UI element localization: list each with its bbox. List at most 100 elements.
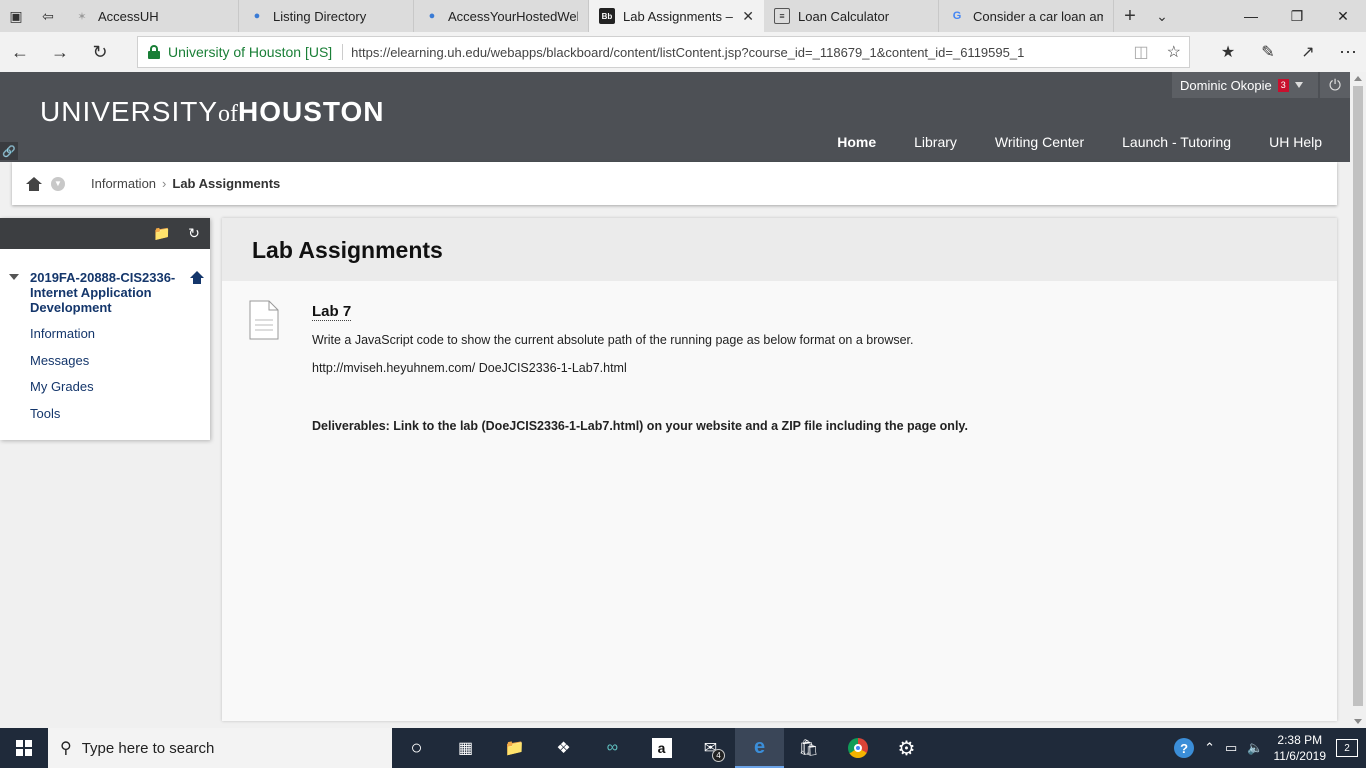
action-center-icon[interactable]: 2 (1336, 739, 1358, 757)
windows-taskbar: ⚲ Type here to search ○ ▦ 📁 ❖ ∞ a ✉ 4 e 🛍… (0, 728, 1366, 768)
search-icon: ⚲ (60, 740, 72, 757)
nav-writing-center[interactable]: Writing Center (995, 134, 1084, 150)
refresh-icon[interactable]: ↻ (178, 218, 210, 249)
forward-icon[interactable]: → (40, 32, 80, 72)
sidebar-item-information[interactable]: Information (30, 326, 95, 341)
link-icon[interactable]: 🔗 (0, 142, 18, 160)
caret-down-icon (1294, 82, 1303, 88)
nav-home[interactable]: Home (837, 134, 876, 150)
browser-tab-bar: ▣ ⇦ ✶ AccessUH ● Listing Directory ● Acc… (0, 0, 1366, 32)
uh-icon: ✶ (77, 10, 87, 23)
clock[interactable]: 2:38 PM 11/6/2019 (1274, 732, 1327, 764)
settings-icon[interactable]: ⚙ (882, 728, 931, 768)
reading-view-icon[interactable]: ◫ (1134, 42, 1149, 62)
power-icon[interactable]: ⏻ (1320, 72, 1350, 98)
refresh-icon[interactable]: ↻ (80, 32, 120, 72)
tabs-aside-icon[interactable]: ⇦ (32, 0, 64, 32)
nav-launch-tutoring[interactable]: Launch - Tutoring (1122, 134, 1231, 150)
tab-sets-icon[interactable]: ▣ (0, 0, 32, 32)
course-menu: 📁 ↻ 2019FA-20888-CIS2336-Internet Applic… (0, 218, 210, 440)
browser-tab-accessyourhostedweb[interactable]: ● AccessYourHostedWeb (414, 0, 589, 32)
restore-icon[interactable]: ❐ (1274, 0, 1320, 32)
course-home-icon[interactable] (190, 271, 205, 285)
course-title[interactable]: 2019FA-20888-CIS2336-Internet Applicatio… (30, 270, 180, 315)
clock-time: 2:38 PM (1277, 733, 1323, 747)
tab-title: Listing Directory (273, 8, 367, 24)
edge-icon[interactable]: e (735, 728, 784, 768)
tab-title: Consider a car loan am (973, 8, 1103, 24)
file-explorer-icon[interactable]: 📁 (490, 728, 539, 768)
user-menu[interactable]: Dominic Okopie 3 (1172, 72, 1318, 98)
task-view-icon[interactable]: ▦ (441, 728, 490, 768)
home-icon[interactable] (26, 176, 42, 191)
volume-icon[interactable]: 🔈 (1247, 740, 1263, 756)
sidebar-item-my-grades[interactable]: My Grades (30, 379, 94, 394)
people-icon: ● (428, 10, 436, 22)
item-example-url: http://mviseh.heyuhnem.com/ DoeJCIS2336-… (312, 361, 627, 375)
browser-tab-lab-assignments[interactable]: Bb Lab Assignments – ✕ (589, 0, 764, 32)
browser-tab-listing-directory[interactable]: ● Listing Directory (239, 0, 414, 32)
scroll-up-icon[interactable] (1354, 76, 1362, 81)
site-identity[interactable]: University of Houston [US] (168, 44, 344, 60)
tab-title: Lab Assignments – (623, 8, 733, 24)
browser-tab-loan-calculator[interactable]: ≡ Loan Calculator (764, 0, 939, 32)
nav-uh-help[interactable]: UH Help (1269, 134, 1322, 150)
breadcrumb-current: Lab Assignments (172, 176, 281, 191)
more-icon[interactable]: ⋯ (1328, 32, 1366, 72)
top-nav: Home Library Writing Center Launch - Tut… (837, 134, 1322, 150)
bb-icon: Bb (599, 8, 615, 24)
page-scrollbar[interactable] (1350, 72, 1366, 728)
url-text[interactable]: https://elearning.uh.edu/webapps/blackbo… (351, 45, 1024, 60)
site-header: UNIVERSITYofHOUSTON Dominic Okopie 3 ⏻ H… (0, 72, 1350, 162)
address-bar[interactable]: University of Houston [US] https://elear… (137, 36, 1190, 68)
lock-icon (148, 45, 160, 59)
start-button[interactable] (0, 728, 48, 768)
user-name: Dominic Okopie (1180, 77, 1272, 93)
content-area: Lab Assignments Lab 7 Write a JavaScript… (222, 218, 1337, 721)
pen-icon[interactable]: ✎ (1248, 32, 1288, 72)
item-description: Write a JavaScript code to show the curr… (312, 333, 914, 347)
cortana-icon[interactable]: ○ (392, 728, 441, 768)
browser-nav-bar: ← → ↻ University of Houston [US] https:/… (0, 32, 1366, 72)
sidebar-item-messages[interactable]: Messages (30, 353, 89, 368)
browser-tab-google[interactable]: G Consider a car loan am (939, 0, 1114, 32)
favorite-star-icon[interactable]: ☆ (1167, 42, 1181, 62)
course-menu-toolbar: 📁 ↻ (0, 218, 210, 249)
battery-icon[interactable]: ▭ (1225, 740, 1237, 756)
chevron-down-icon[interactable]: ⌄ (1146, 0, 1178, 32)
windows-logo-icon (16, 740, 32, 756)
chrome-icon[interactable] (833, 728, 882, 768)
scroll-down-icon[interactable] (1354, 719, 1362, 724)
infinity-app-icon[interactable]: ∞ (588, 728, 637, 768)
back-icon[interactable]: ← (0, 32, 40, 72)
page-title: Lab Assignments (252, 237, 443, 263)
item-title[interactable]: Lab 7 (312, 303, 352, 321)
dropbox-icon[interactable]: ❖ (539, 728, 588, 768)
close-window-icon[interactable]: ✕ (1320, 0, 1366, 32)
system-tray: ? ⌃ ▭ 🔈 2:38 PM 11/6/2019 2 (1174, 728, 1366, 768)
item-deliverables: Deliverables: Link to the lab (DoeJCIS23… (312, 419, 968, 433)
store-icon[interactable]: 🛍 (784, 728, 833, 768)
mail-icon[interactable]: ✉ 4 (686, 728, 735, 768)
uh-logo[interactable]: UNIVERSITYofHOUSTON (40, 96, 385, 128)
clock-date: 11/6/2019 (1273, 749, 1327, 763)
close-tab-icon[interactable]: ✕ (742, 8, 754, 25)
collapse-caret-icon[interactable] (9, 274, 19, 280)
sidebar-item-tools[interactable]: Tools (30, 406, 60, 421)
help-icon[interactable]: ? (1174, 738, 1195, 758)
amazon-icon[interactable]: a (637, 728, 686, 768)
chevron-up-icon[interactable]: ⌃ (1204, 740, 1215, 756)
taskbar-search[interactable]: ⚲ Type here to search (48, 728, 392, 768)
breadcrumb-information[interactable]: Information (91, 176, 156, 191)
share-icon[interactable]: ↗ (1288, 32, 1328, 72)
scroll-thumb[interactable] (1353, 86, 1363, 706)
content-header: Lab Assignments (222, 218, 1337, 281)
nav-library[interactable]: Library (914, 134, 957, 150)
new-tab-icon[interactable]: + (1114, 0, 1146, 32)
browser-tab-accessuh[interactable]: ✶ AccessUH (64, 0, 239, 32)
folder-view-icon[interactable]: 📁 (146, 218, 178, 249)
favorites-icon[interactable]: ★ (1208, 32, 1248, 72)
chevron-down-icon[interactable]: ▼ (51, 176, 65, 191)
search-placeholder: Type here to search (81, 739, 215, 757)
minimize-icon[interactable]: — (1228, 0, 1274, 32)
